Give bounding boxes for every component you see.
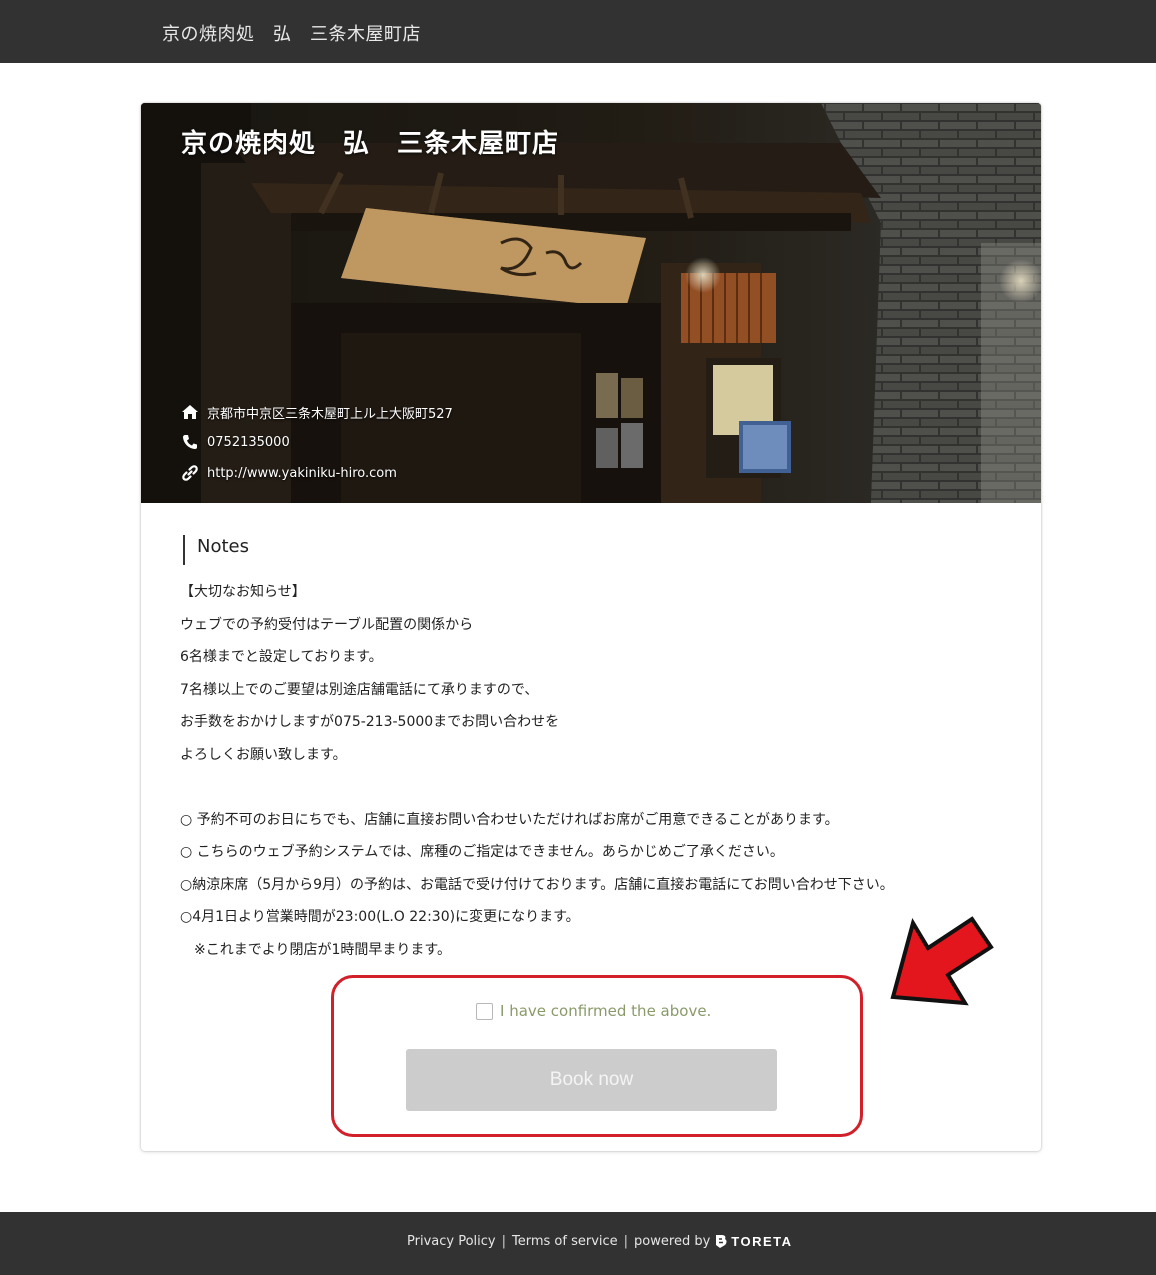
website-row: http://www.yakiniku-hiro.com xyxy=(181,462,397,484)
notes-line xyxy=(180,774,1010,807)
confirm-checkbox-row[interactable]: I have confirmed the above. xyxy=(476,1002,711,1020)
footer: Privacy Policy | Terms of service | powe… xyxy=(0,1212,1156,1275)
header-title: 京の焼肉処 弘 三条木屋町店 xyxy=(162,24,421,45)
notes-line: お手数をおかけしますが075-213-5000までお問い合わせを xyxy=(180,714,560,730)
toreta-brand[interactable]: TORETA xyxy=(714,1233,792,1249)
home-icon xyxy=(182,405,198,419)
notes-line: ※これまでより閉店が1時間早まります。 xyxy=(180,941,451,958)
arrow-annotation-icon xyxy=(890,916,994,1006)
footer-separator: | xyxy=(501,1233,506,1249)
toreta-logo-icon xyxy=(716,1235,727,1248)
checkbox-icon[interactable] xyxy=(476,1002,493,1020)
book-now-button[interactable]: Book now xyxy=(406,1049,777,1111)
top-header: 京の焼肉処 弘 三条木屋町店 xyxy=(0,0,1156,63)
link-icon xyxy=(182,465,198,481)
restaurant-name: 京の焼肉処 弘 三条木屋町店 xyxy=(181,129,560,159)
terms-of-service-link[interactable]: Terms of service xyxy=(512,1234,618,1249)
notes-line: 【大切なお知らせ】 xyxy=(180,584,306,600)
privacy-policy-link[interactable]: Privacy Policy xyxy=(407,1234,496,1249)
toreta-brand-text: TORETA xyxy=(731,1233,793,1249)
notes-line: ウェブでの予約受付はテーブル配置の関係から xyxy=(180,616,474,633)
notes-body: 【大切なお知らせ】 ウェブでの予約受付はテーブル配置の関係から 6名様までと設定… xyxy=(180,579,1010,969)
notes-line: ○4月1日より営業時間が23:00(L.O 22:30)に変更になります。 xyxy=(180,909,580,925)
hero-banner: 京の焼肉処 弘 三条木屋町店 京都市中京区三条木屋町上ル上大阪町527 0752… xyxy=(141,103,1041,503)
address-row: 京都市中京区三条木屋町上ル上大阪町527 xyxy=(181,401,453,423)
address-text: 京都市中京区三条木屋町上ル上大阪町527 xyxy=(207,406,453,422)
notes-heading: Notes xyxy=(183,535,249,565)
notes-line: ○ こちらのウェブ予約システムでは、席種のご指定はできません。あらかじめご了承く… xyxy=(180,844,784,860)
notes-line: ○納涼床席（5月から9月）の予約は、お電話で受け付けております。店舗に直接お電話… xyxy=(180,876,894,893)
powered-by-text: powered by xyxy=(634,1233,711,1249)
footer-links: Privacy Policy | Terms of service | powe… xyxy=(407,1233,793,1249)
phone-text[interactable]: 0752135000 xyxy=(207,435,290,450)
phone-row: 0752135000 xyxy=(181,431,290,453)
phone-icon xyxy=(183,435,197,449)
notes-line: よろしくお願い致します。 xyxy=(180,746,347,763)
website-link[interactable]: http://www.yakiniku-hiro.com xyxy=(207,466,397,481)
notes-line: 6名様までと設定しております。 xyxy=(180,649,383,665)
confirm-label[interactable]: I have confirmed the above. xyxy=(500,1002,711,1020)
notes-line: ○ 予約不可のお日にちでも、店舗に直接お問い合わせいただければお席がご用意できる… xyxy=(180,811,839,828)
footer-separator: | xyxy=(623,1233,629,1249)
notes-line: 7名様以上でのご要望は別途店舗電話にて承りますので、 xyxy=(180,681,539,698)
